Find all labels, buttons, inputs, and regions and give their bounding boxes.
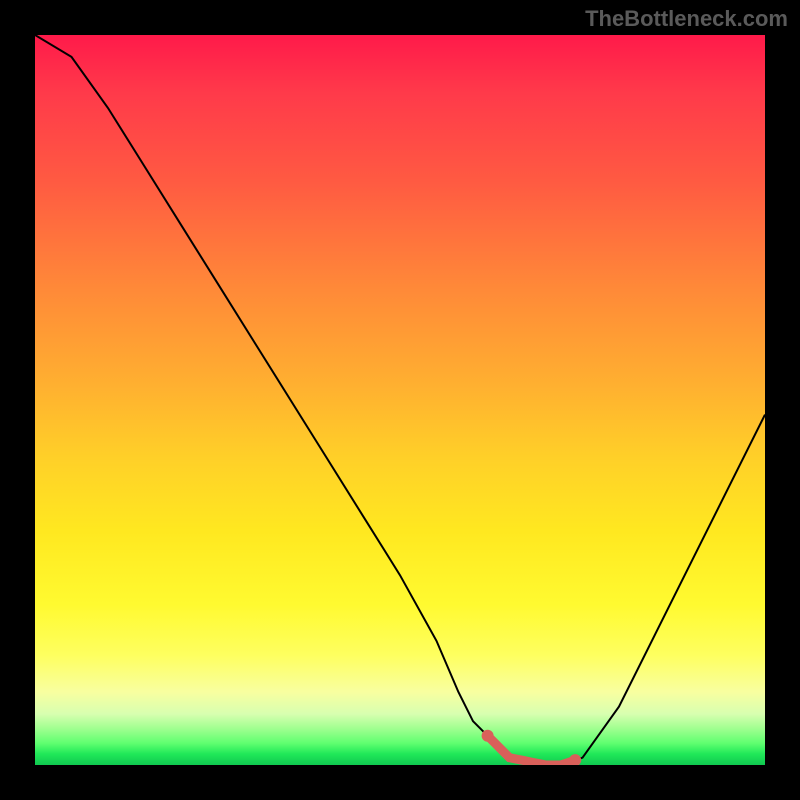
plot-area: [35, 35, 765, 765]
gradient-background: [35, 35, 765, 765]
watermark-text: TheBottleneck.com: [585, 6, 788, 32]
